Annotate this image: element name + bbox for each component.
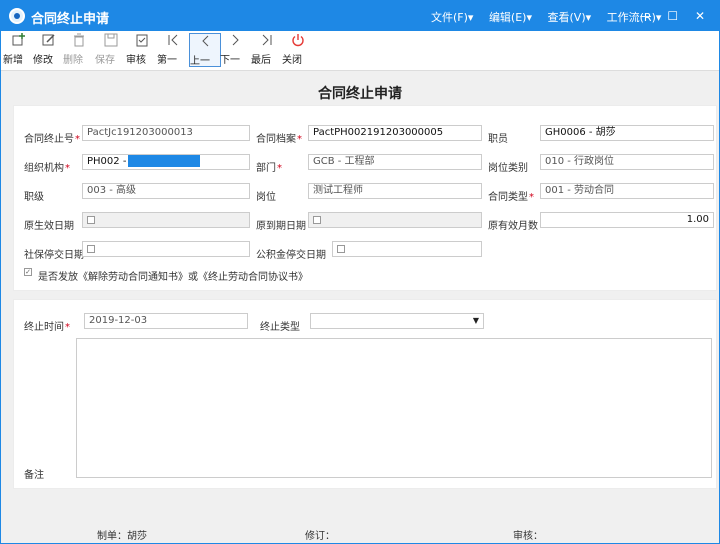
contract-file-label: 合同档案 — [256, 130, 302, 145]
orig-end-label: 原到期日期 — [256, 221, 306, 232]
contract-type-field[interactable]: 001 - 劳动合同 — [540, 183, 714, 199]
skip-last-icon — [251, 33, 283, 51]
last-button[interactable]: 最后 — [251, 33, 283, 67]
title-bar: 合同终止申请 文件(F)▾ 编辑(E)▾ 查看(V)▾ 工作流(R)▾ — ☐ … — [1, 1, 719, 31]
dept-label: 部门 — [256, 159, 282, 174]
remark-label: 备注 — [24, 470, 44, 481]
social-stop-field[interactable] — [82, 241, 250, 257]
contract-type-label: 合同类型 — [488, 188, 534, 203]
audit-info: 审核： — [513, 531, 543, 542]
redacted-block — [128, 155, 201, 167]
post-type-label: 岗位类别 — [488, 163, 528, 174]
contract-info-panel: 合同终止号 PactJc191203000013 合同档案 PactPH0021… — [13, 105, 717, 291]
social-stop-label: 社保停交日期 — [24, 250, 84, 261]
employee-field[interactable]: GH0006 - 胡莎 — [540, 125, 714, 141]
next-button[interactable]: 下一 — [220, 33, 252, 67]
post-label: 岗位 — [256, 192, 276, 203]
org-field[interactable]: PH002 - — [82, 154, 250, 170]
orig-end-checkbox[interactable] — [313, 216, 321, 224]
termination-panel: 终止时间 2019-12-03 终止类型 ▼ 备注 — [13, 299, 717, 489]
contract-file-field[interactable]: PactPH002191203000005 — [308, 125, 482, 141]
grade-label: 职级 — [24, 192, 44, 203]
new-button[interactable]: 新增 — [3, 33, 35, 67]
menu-file[interactable]: 文件(F)▾ — [431, 11, 473, 24]
orig-start-checkbox[interactable] — [87, 216, 95, 224]
termination-type-select[interactable]: ▼ — [310, 313, 484, 329]
clipboard-check-icon — [126, 33, 158, 51]
dept-field[interactable]: GCB - 工程部 — [308, 154, 482, 170]
chevron-right-icon — [220, 33, 252, 51]
window-title: 合同终止申请 — [31, 12, 110, 27]
first-button[interactable]: 第一 — [157, 33, 189, 67]
page-title: 合同终止申请 — [318, 86, 402, 102]
social-stop-checkbox[interactable] — [87, 245, 95, 253]
floppy-icon — [95, 33, 127, 51]
maximize-button[interactable]: ☐ — [662, 7, 684, 25]
power-icon — [282, 33, 314, 51]
maker-info: 制单：胡莎 — [97, 531, 147, 542]
fund-stop-label: 公积金停交日期 — [256, 250, 326, 261]
close-button[interactable]: 关闭 — [282, 33, 314, 67]
employee-label: 职员 — [488, 134, 508, 145]
app-window: 合同终止申请 文件(F)▾ 编辑(E)▾ 查看(V)▾ 工作流(R)▾ — ☐ … — [0, 0, 720, 544]
fund-stop-field[interactable] — [332, 241, 482, 257]
termination-type-label: 终止类型 — [260, 322, 300, 333]
toolbar: 新增 修改 删除 保存 审核 第一 上一 下一 最后 关闭 — [1, 31, 719, 71]
orig-months-label: 原有效月数 — [488, 221, 538, 232]
post-type-field[interactable]: 010 - 行政岗位 — [540, 154, 714, 170]
contract-no-label: 合同终止号 — [24, 130, 80, 145]
minimize-button[interactable]: — — [635, 7, 657, 25]
orig-start-field[interactable] — [82, 212, 250, 228]
audit-button[interactable]: 审核 — [126, 33, 158, 67]
trash-icon — [63, 33, 95, 51]
fund-stop-checkbox[interactable] — [337, 245, 345, 253]
window-controls: — ☐ ✕ — [633, 7, 711, 25]
termination-time-label: 终止时间 — [24, 318, 70, 333]
remark-textarea[interactable] — [76, 338, 712, 478]
delete-button[interactable]: 删除 — [63, 33, 95, 67]
contract-no-field[interactable]: PactJc191203000013 — [82, 125, 250, 141]
pencil-icon — [33, 33, 65, 51]
close-window-button[interactable]: ✕ — [689, 7, 711, 25]
prev-button[interactable]: 上一 — [189, 33, 221, 67]
app-logo-icon — [9, 8, 25, 24]
save-button[interactable]: 保存 — [95, 33, 127, 67]
notice-checkbox[interactable]: ✓ — [24, 268, 32, 276]
edit-button[interactable]: 修改 — [33, 33, 65, 67]
orig-start-label: 原生效日期 — [24, 221, 74, 232]
dropdown-arrow-icon: ▼ — [472, 316, 479, 325]
grade-field[interactable]: 003 - 高级 — [82, 183, 250, 199]
termination-time-field[interactable]: 2019-12-03 — [84, 313, 248, 329]
skip-first-icon — [157, 33, 189, 51]
revise-info: 修订： — [305, 531, 335, 542]
org-label: 组织机构 — [24, 159, 70, 174]
chevron-left-icon — [190, 34, 220, 52]
post-field[interactable]: 测试工程师 — [308, 183, 482, 199]
menu-edit[interactable]: 编辑(E)▾ — [489, 11, 532, 24]
add-icon — [3, 33, 35, 51]
menu-view[interactable]: 查看(V)▾ — [548, 11, 592, 24]
orig-months-field[interactable]: 1.00 — [540, 212, 714, 228]
orig-end-field[interactable] — [308, 212, 482, 228]
notice-checkbox-label: 是否发放《解除劳动合同通知书》或《终止劳动合同协议书》 — [38, 272, 308, 283]
